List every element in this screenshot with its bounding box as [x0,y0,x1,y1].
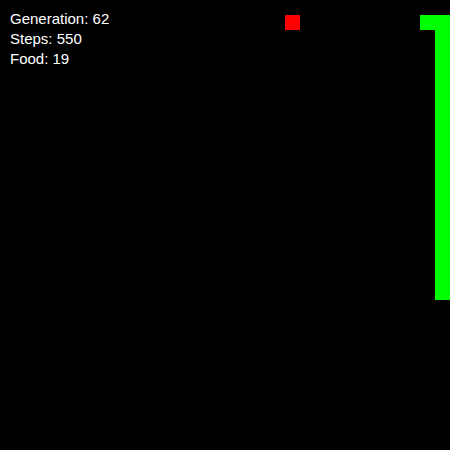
snake-segment [435,15,450,30]
snake-segment [435,240,450,255]
snake-segment [435,45,450,60]
snake-segment [420,15,435,30]
snake-segment [435,195,450,210]
snake-segment [435,75,450,90]
stats-panel: Generation: 62Steps: 550Food: 19 [10,9,109,69]
snake-segment [435,180,450,195]
game-board: Generation: 62Steps: 550Food: 19 [0,0,450,450]
snake-segment [435,225,450,240]
snake-segment [435,135,450,150]
snake-segment [435,105,450,120]
snake-segment [435,285,450,300]
snake-segment [435,165,450,180]
food [285,15,300,30]
snake-segment [435,270,450,285]
snake-segment [435,60,450,75]
stat-text: Steps: 550 [10,29,109,49]
snake-segment [435,255,450,270]
snake-segment [435,30,450,45]
snake-segment [435,120,450,135]
snake-segment [435,150,450,165]
snake-segment [435,210,450,225]
snake-segment [435,90,450,105]
stat-text: Generation: 62 [10,9,109,29]
stat-text: Food: 19 [10,49,109,69]
